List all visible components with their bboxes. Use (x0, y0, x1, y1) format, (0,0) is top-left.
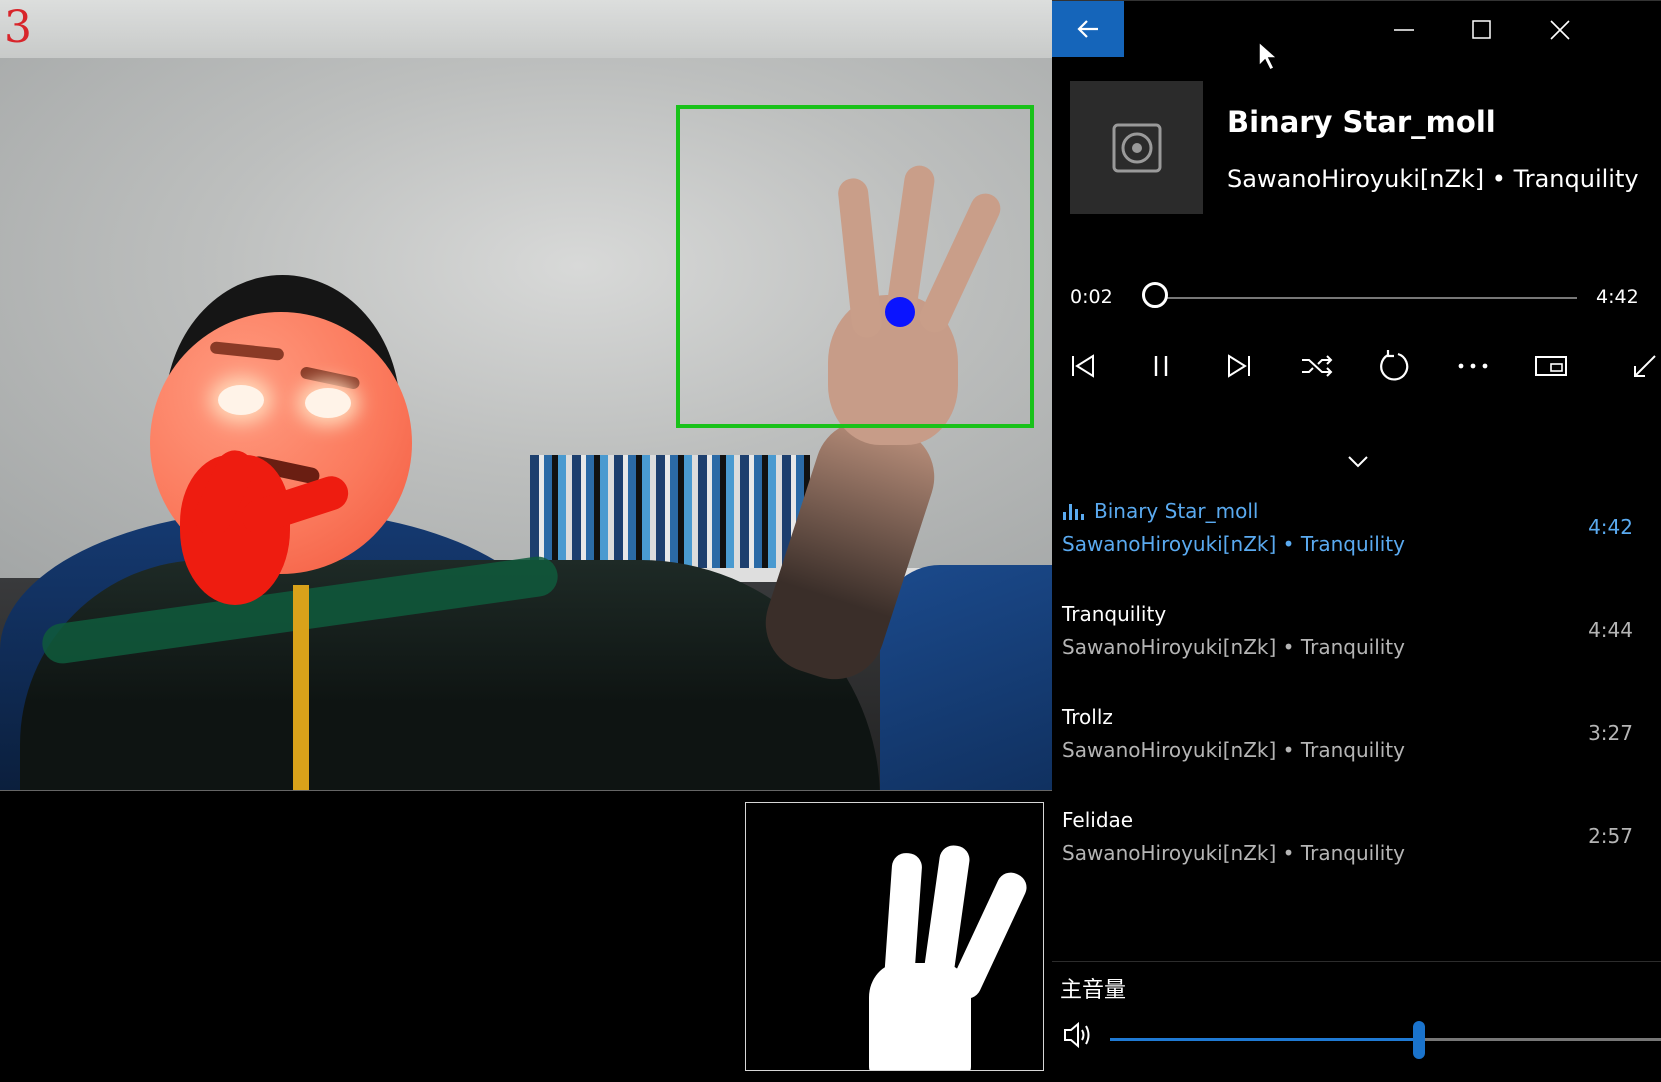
queue-item-subtitle: SawanoHiroyuki[nZk] • Tranquility (1062, 738, 1405, 762)
queue-item-artist: SawanoHiroyuki[nZk] (1062, 532, 1277, 556)
queue-item-title: Felidae (1062, 808, 1134, 832)
volume-slider[interactable] (1110, 1021, 1661, 1059)
queue-item-subtitle: SawanoHiroyuki[nZk] • Tranquility (1062, 532, 1405, 556)
back-button[interactable] (1052, 1, 1124, 57)
now-playing-equalizer-icon (1063, 504, 1084, 520)
mini-view-icon (1535, 356, 1567, 376)
queue-item-artist: SawanoHiroyuki[nZk] (1062, 635, 1277, 659)
queue-item-subtitle: SawanoHiroyuki[nZk] • Tranquility (1062, 635, 1405, 659)
queue-item[interactable]: Tranquility SawanoHiroyuki[nZk] • Tranqu… (1062, 602, 1647, 688)
queue-item-album: Tranquility (1300, 635, 1405, 659)
queue-item-separator: • (1276, 738, 1301, 762)
next-icon (1228, 354, 1250, 378)
minimize-icon (1394, 29, 1414, 31)
emoji-left-eye (218, 385, 264, 415)
queue-item-separator: • (1276, 532, 1301, 556)
hand-detection-box (676, 105, 1034, 428)
queue-item-album: Tranquility (1300, 738, 1405, 762)
playback-controls (1052, 341, 1661, 391)
now-playing-title: Binary Star_moll (1227, 105, 1496, 139)
elapsed-time: 0:02 (1070, 286, 1113, 308)
now-playing-artist-album[interactable]: SawanoHiroyuki[nZk] • Tranquility (1227, 165, 1639, 193)
jacket-zipper (293, 585, 309, 790)
more-icon (1458, 363, 1488, 369)
queue-item-duration: 4:44 (1588, 618, 1633, 642)
queue-item-separator: • (1276, 635, 1301, 659)
chair-right (880, 565, 1052, 790)
queue-item-album: Tranquility (1300, 532, 1405, 556)
repeat-icon (1380, 350, 1409, 381)
album-placeholder-icon (1112, 123, 1161, 172)
volume-mute-button[interactable] (1062, 1020, 1094, 1054)
repeat-button[interactable] (1370, 341, 1420, 391)
queue-item-duration: 2:57 (1588, 824, 1633, 848)
next-button[interactable] (1214, 341, 1264, 391)
hand-center-dot (885, 297, 915, 327)
minimize-button[interactable] (1365, 1, 1443, 59)
volume-slider-fill (1110, 1038, 1419, 1041)
close-button[interactable] (1521, 1, 1599, 59)
volume-panel: 主音量 (1052, 961, 1661, 1082)
full-screen-icon (1634, 355, 1656, 377)
camera-window: 3 (0, 0, 1053, 791)
close-icon (1550, 20, 1570, 40)
queue-item-duration: 4:42 (1588, 515, 1633, 539)
seek-bar-thumb[interactable] (1141, 282, 1168, 308)
ceiling (0, 0, 1052, 58)
queue-item-duration: 3:27 (1588, 721, 1633, 745)
shuffle-icon (1302, 355, 1333, 377)
mouse-pointer-icon (1258, 40, 1279, 72)
queue-item-artist: SawanoHiroyuki[nZk] (1062, 841, 1277, 865)
queue-item-title: Binary Star_moll (1094, 499, 1259, 523)
chevron-down-icon (1348, 456, 1368, 468)
collapse-queue-button[interactable] (1338, 449, 1378, 475)
speaker-icon (1064, 1021, 1090, 1049)
gesture-count-label: 3 (4, 2, 32, 53)
volume-slider-thumb[interactable] (1412, 1021, 1425, 1059)
hand-mask-window (745, 802, 1044, 1071)
music-player-window: Binary Star_moll SawanoHiroyuki[nZk] • T… (1052, 0, 1661, 1081)
mini-view-button[interactable] (1526, 341, 1576, 391)
queue-item-title: Tranquility (1062, 602, 1167, 626)
queue-item[interactable]: Trollz SawanoHiroyuki[nZk] • Tranquility… (1062, 705, 1647, 791)
seek-bar[interactable] (1141, 282, 1577, 308)
mask-palm (869, 963, 971, 1070)
total-time: 4:42 (1596, 286, 1639, 308)
queue-item-separator: • (1276, 841, 1301, 865)
back-arrow-icon (1077, 20, 1098, 38)
pause-button[interactable] (1136, 341, 1186, 391)
queue-item[interactable]: Felidae SawanoHiroyuki[nZk] • Tranquilit… (1062, 808, 1647, 894)
shuffle-button[interactable] (1292, 341, 1342, 391)
maximize-icon (1472, 20, 1491, 39)
bookshelf-books (530, 455, 810, 570)
album-art (1070, 81, 1203, 214)
previous-icon (1072, 354, 1094, 378)
queue-item-subtitle: SawanoHiroyuki[nZk] • Tranquility (1062, 841, 1405, 865)
master-volume-label: 主音量 (1060, 978, 1127, 1003)
queue-item-title: Trollz (1062, 705, 1113, 729)
more-options-button[interactable] (1448, 341, 1498, 391)
previous-button[interactable] (1058, 341, 1108, 391)
queue-item-title-row: Binary Star_moll (1062, 499, 1258, 523)
queue-item-album: Tranquility (1300, 841, 1405, 865)
full-screen-button[interactable] (1620, 341, 1661, 391)
queue-item[interactable]: Binary Star_moll SawanoHiroyuki[nZk] • T… (1062, 499, 1647, 585)
maximize-button[interactable] (1443, 1, 1521, 59)
pause-icon (1154, 356, 1168, 376)
queue-item-artist: SawanoHiroyuki[nZk] (1062, 738, 1277, 762)
emoji-right-eye (305, 388, 351, 418)
